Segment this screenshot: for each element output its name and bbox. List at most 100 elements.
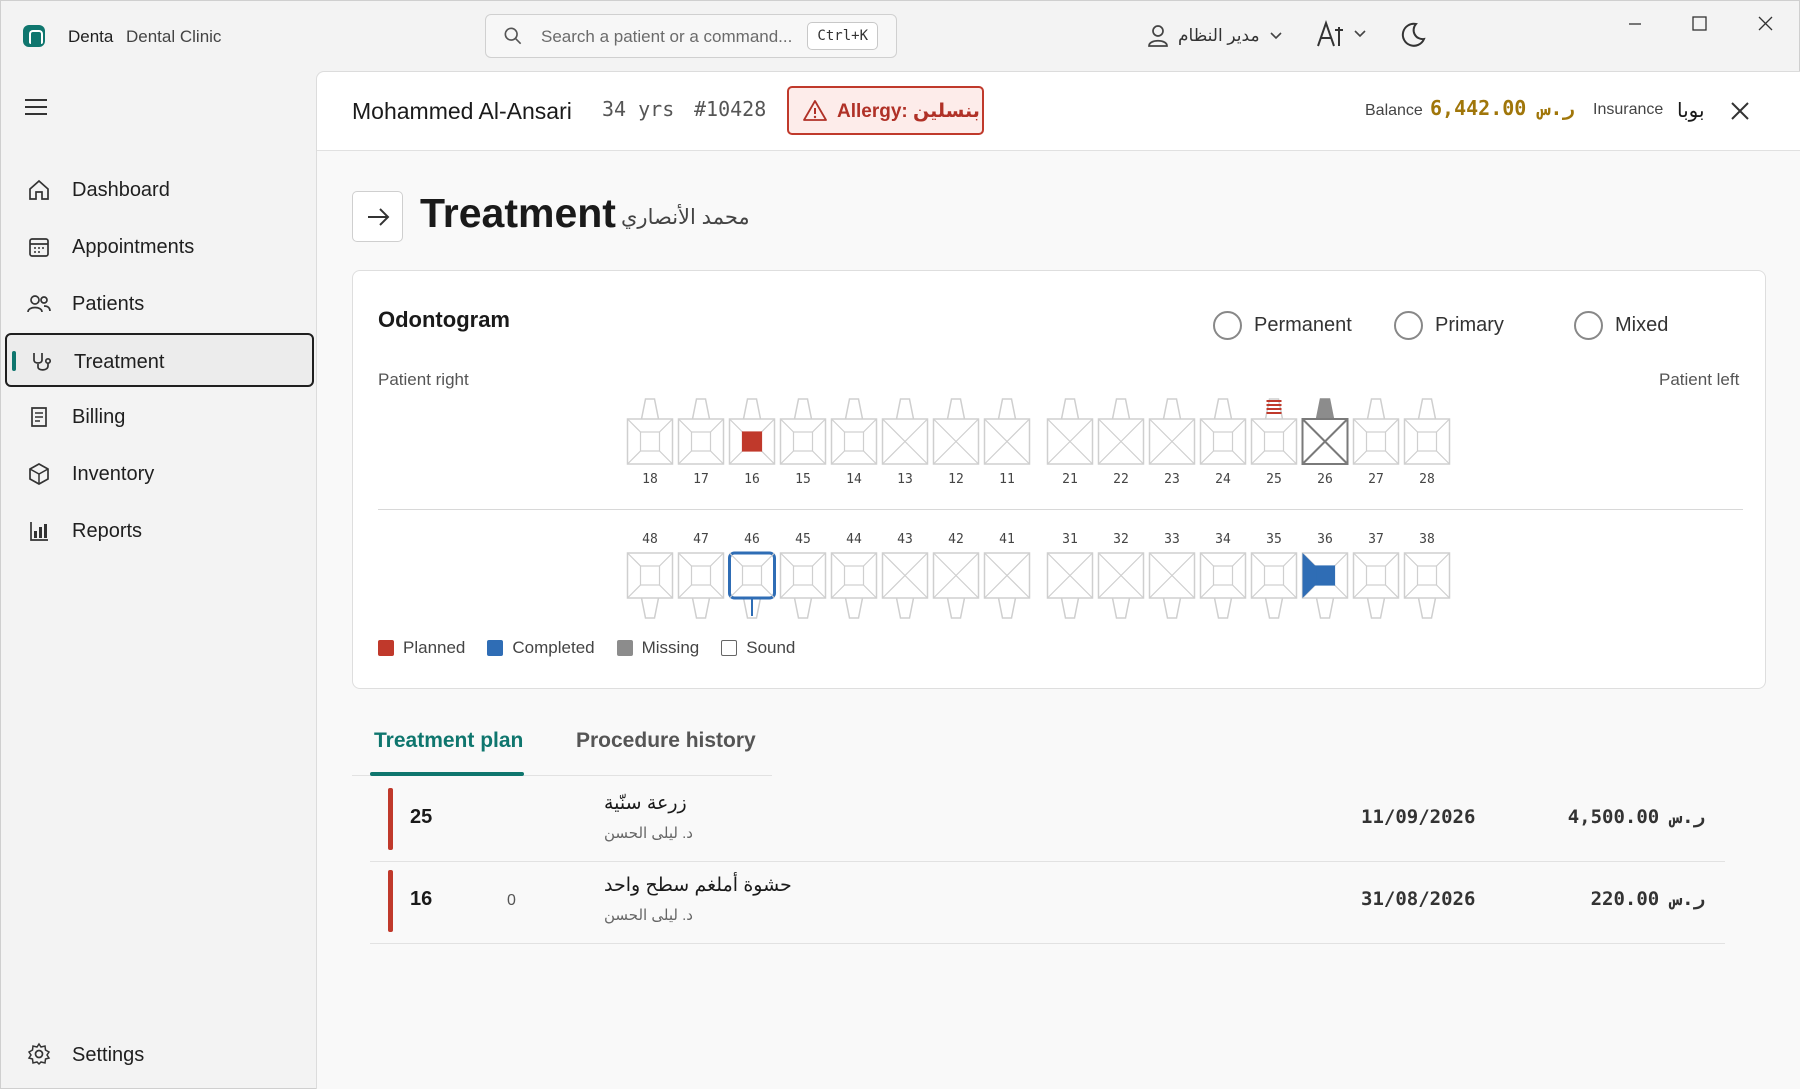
title-bar: Denta Dental Clinic Search a patient or … bbox=[1, 1, 1800, 71]
tooth-16[interactable]: 16 bbox=[728, 398, 776, 487]
tooth-root bbox=[691, 597, 711, 619]
row-count: 0 bbox=[507, 892, 516, 909]
tooth-18[interactable]: 18 bbox=[626, 398, 674, 487]
tooth-number: 27 bbox=[1368, 472, 1384, 487]
tooth-48[interactable]: 48 bbox=[626, 532, 674, 619]
occlusal-surface bbox=[1212, 565, 1234, 586]
tooth-31[interactable]: 31 bbox=[1046, 532, 1094, 619]
sidebar: Dashboard Appointments Patients Treatmen… bbox=[1, 71, 316, 1089]
patient-header: Mohammed Al-Ansari 34 yrs #10428 Allergy… bbox=[317, 72, 1800, 151]
sidebar-item-inventory[interactable]: Inventory bbox=[5, 447, 314, 501]
tab-treatment-plan[interactable]: Treatment plan bbox=[374, 729, 523, 753]
tooth-17[interactable]: 17 bbox=[677, 398, 725, 487]
tooth-46[interactable]: 46 bbox=[728, 532, 776, 619]
balance-value: 6,442.00 ر.س bbox=[1430, 96, 1575, 120]
close-window-icon[interactable] bbox=[1743, 11, 1787, 41]
tooth-33[interactable]: 33 bbox=[1148, 532, 1196, 619]
table-row[interactable]: 16 0 حشوة أملغم سطح واحد د. ليلى الحسن 3… bbox=[370, 862, 1725, 944]
table-row[interactable]: 25 زرعة سنّية د. ليلى الحسن 11/09/2026 4… bbox=[370, 780, 1725, 862]
tooth-34[interactable]: 34 bbox=[1199, 532, 1247, 619]
sidebar-item-settings[interactable]: Settings bbox=[5, 1031, 314, 1079]
tooth-number: 28 bbox=[1419, 472, 1435, 487]
tooth-27[interactable]: 27 bbox=[1352, 398, 1400, 487]
tooth-13[interactable]: 13 bbox=[881, 398, 929, 487]
back-button[interactable] bbox=[352, 191, 403, 242]
tooth-number: 44 bbox=[846, 532, 862, 547]
tooth-11[interactable]: 11 bbox=[983, 398, 1031, 487]
minimize-icon[interactable] bbox=[1613, 11, 1657, 41]
command-search[interactable]: Search a patient or a command... Ctrl+K bbox=[485, 14, 897, 58]
sidebar-item-patients[interactable]: Patients bbox=[5, 277, 314, 331]
menu-toggle-icon[interactable] bbox=[25, 97, 49, 117]
tooth-14[interactable]: 14 bbox=[830, 398, 878, 487]
tooth-28[interactable]: 28 bbox=[1403, 398, 1451, 487]
tooth-number: 48 bbox=[642, 532, 658, 547]
tooth-38[interactable]: 38 bbox=[1403, 532, 1451, 619]
status-bar bbox=[388, 870, 393, 932]
legend-missing: Missing bbox=[616, 638, 700, 658]
sidebar-item-label: Appointments bbox=[72, 236, 195, 258]
app-window: Denta Dental Clinic Search a patient or … bbox=[0, 0, 1800, 1089]
sidebar-item-label: Dashboard bbox=[72, 179, 170, 201]
tooth-47[interactable]: 47 bbox=[677, 532, 725, 619]
sidebar-item-treatment[interactable]: Treatment bbox=[5, 333, 314, 387]
sidebar-item-billing[interactable]: Billing bbox=[5, 390, 314, 444]
app-logo-icon bbox=[23, 25, 45, 47]
occlusal-surface bbox=[741, 431, 763, 452]
tooth-32[interactable]: 32 bbox=[1097, 532, 1145, 619]
tooth-number: 26 bbox=[1317, 472, 1333, 487]
status-bar bbox=[388, 788, 393, 850]
tooth-24[interactable]: 24 bbox=[1199, 398, 1247, 487]
legend-label: Missing bbox=[641, 638, 700, 657]
occlusal-surface bbox=[843, 431, 865, 452]
sidebar-item-appointments[interactable]: Appointments bbox=[5, 220, 314, 274]
dark-mode-moon-icon[interactable] bbox=[1399, 21, 1427, 49]
tab-bar: Treatment plan Procedure history bbox=[352, 705, 772, 776]
tooth-root bbox=[1315, 398, 1335, 420]
search-input[interactable]: Search a patient or a command... bbox=[541, 27, 792, 47]
sidebar-item-label: Billing bbox=[72, 406, 126, 428]
row-doctor: د. ليلى الحسن bbox=[604, 907, 693, 924]
tooth-number: 18 bbox=[642, 472, 658, 487]
tooth-22[interactable]: 22 bbox=[1097, 398, 1145, 487]
tooth-number: 12 bbox=[948, 472, 964, 487]
occlusal-surface bbox=[690, 565, 712, 586]
tooth-42[interactable]: 42 bbox=[932, 532, 980, 619]
tooth-number: 42 bbox=[948, 532, 964, 547]
box-icon bbox=[29, 463, 49, 485]
chevron-down-icon bbox=[1269, 32, 1282, 40]
tooth-37[interactable]: 37 bbox=[1352, 532, 1400, 619]
tooth-44[interactable]: 44 bbox=[830, 532, 878, 619]
close-patient-icon[interactable] bbox=[1725, 96, 1755, 126]
maximize-icon[interactable] bbox=[1677, 11, 1721, 41]
sidebar-item-reports[interactable]: Reports bbox=[5, 504, 314, 558]
tab-procedure-history[interactable]: Procedure history bbox=[576, 729, 756, 753]
tooth-root bbox=[946, 597, 966, 619]
tooth-root bbox=[1162, 597, 1182, 619]
tooth-21[interactable]: 21 bbox=[1046, 398, 1094, 487]
tooth-35[interactable]: 35 bbox=[1250, 532, 1298, 619]
tooth-25[interactable]: 25 bbox=[1250, 398, 1298, 487]
tooth-root bbox=[895, 597, 915, 619]
tooth-23[interactable]: 23 bbox=[1148, 398, 1196, 487]
app-name: Denta bbox=[68, 27, 114, 46]
row-tooth: 25 bbox=[410, 806, 433, 828]
font-size-menu[interactable] bbox=[1315, 19, 1367, 49]
tooth-45[interactable]: 45 bbox=[779, 532, 827, 619]
tooth-41[interactable]: 41 bbox=[983, 532, 1031, 619]
tooth-root bbox=[793, 398, 813, 420]
odontogram-card: Odontogram Permanent Primary Mixed Patie… bbox=[352, 270, 1766, 689]
row-procedure: زرعة سنّية bbox=[604, 793, 687, 814]
tooth-15[interactable]: 15 bbox=[779, 398, 827, 487]
tooth-26[interactable]: 26 bbox=[1301, 398, 1349, 487]
tooth-root bbox=[1366, 398, 1386, 420]
tooth-36[interactable]: 36 bbox=[1301, 532, 1349, 619]
sidebar-item-dashboard[interactable]: Dashboard bbox=[5, 163, 314, 217]
tooth-43[interactable]: 43 bbox=[881, 532, 929, 619]
tooth-root bbox=[997, 398, 1017, 420]
tooth-number: 37 bbox=[1368, 532, 1384, 547]
receipt-icon bbox=[31, 407, 47, 427]
user-menu[interactable]: مدير النظام bbox=[1147, 21, 1283, 51]
tooth-12[interactable]: 12 bbox=[932, 398, 980, 487]
occlusal-surface bbox=[1263, 431, 1285, 452]
